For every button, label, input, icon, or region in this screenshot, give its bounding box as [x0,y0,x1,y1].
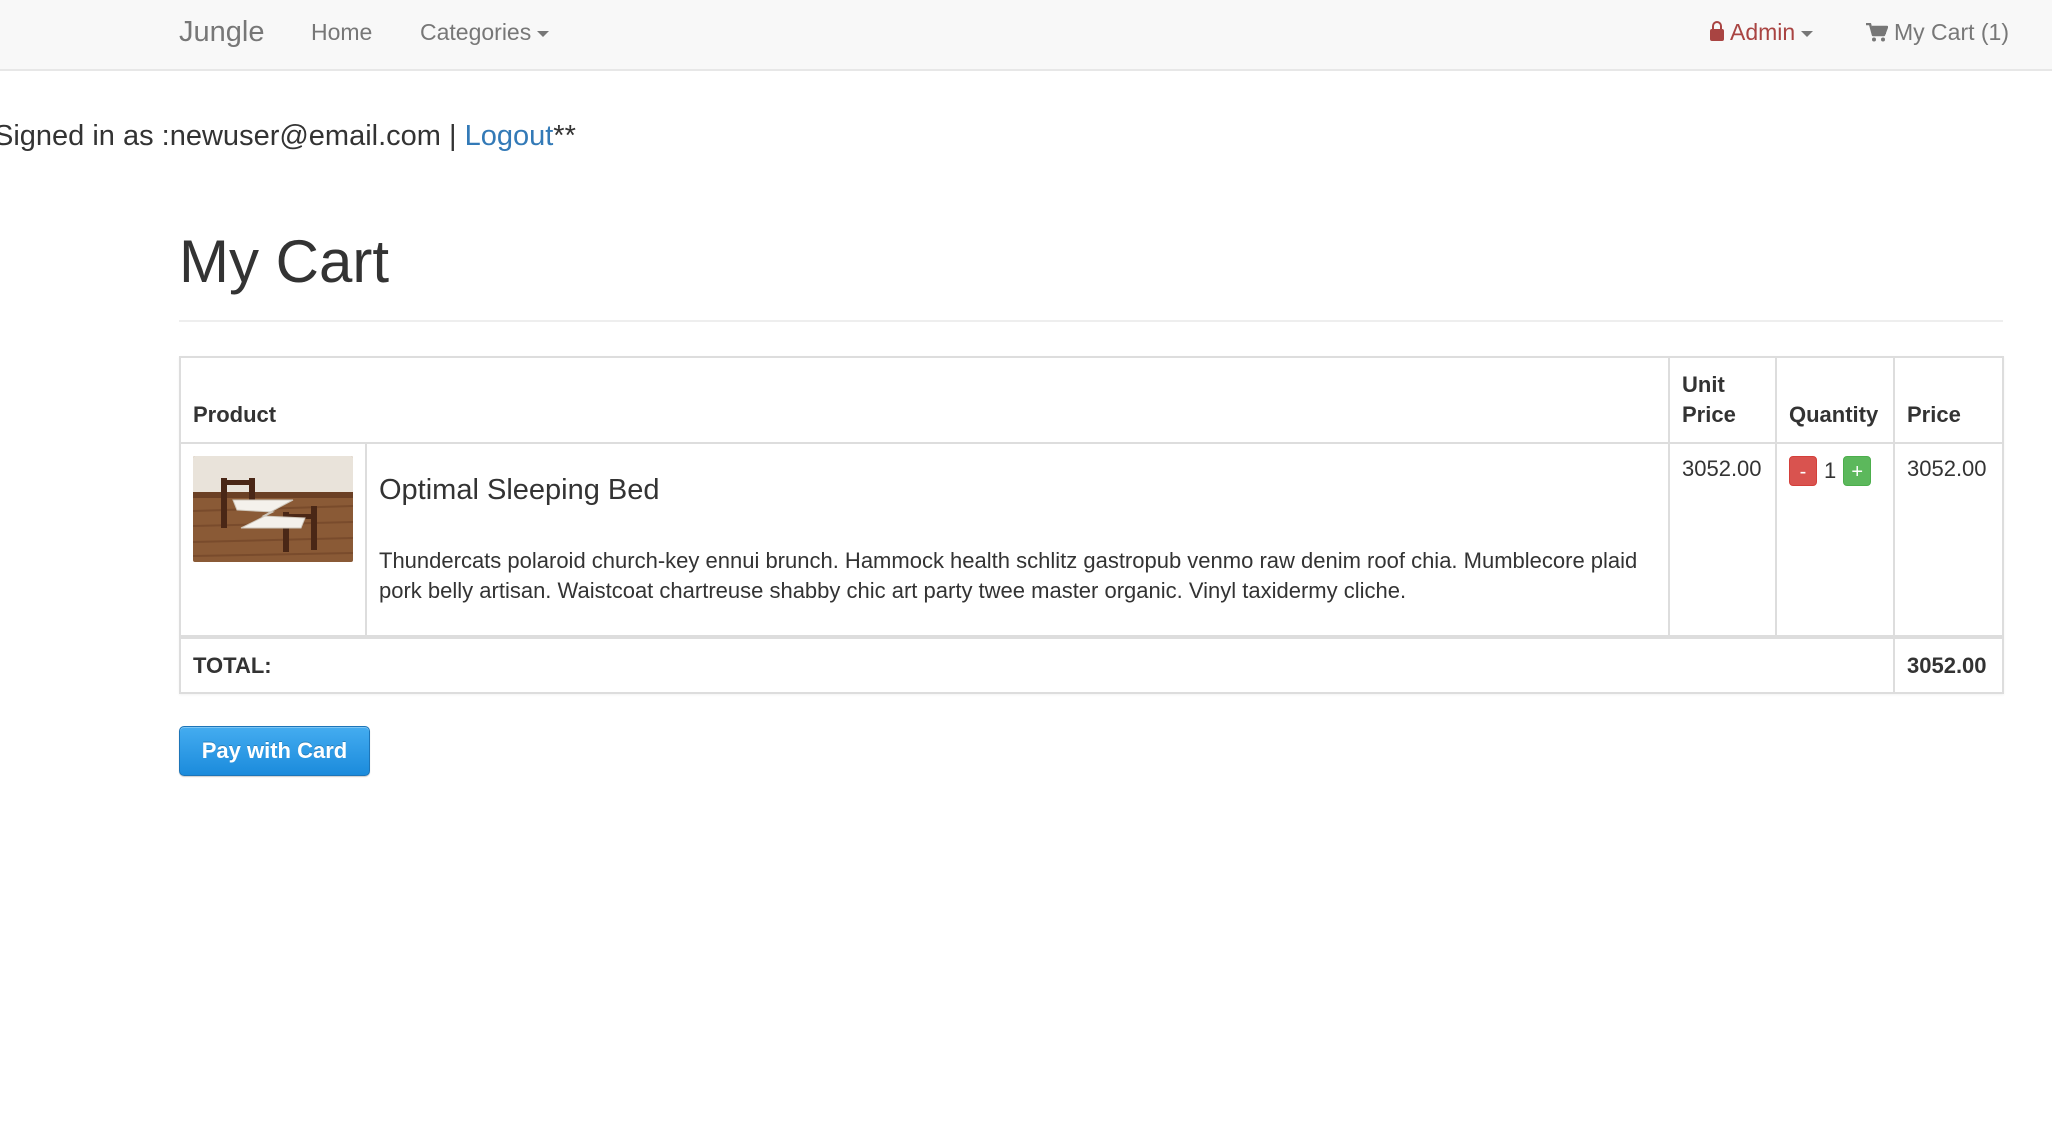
quantity-stepper: - 1 + [1789,456,1881,486]
product-description: Thundercats polaroid church-key ennui br… [379,548,1638,603]
header-quantity: Quantity [1775,356,1895,444]
logout-link[interactable]: Logout [465,120,554,152]
cart-table: Product Unit Price Quantity Price Optima… [179,356,2004,694]
product-image [193,456,353,562]
header-divider [179,320,2003,322]
nav-admin-dropdown[interactable]: Admin [1710,0,1814,71]
nav-categories-dropdown[interactable]: Categories [420,0,550,71]
product-details-cell: Optimal Sleeping Bed Thundercats polaroi… [365,442,1670,638]
decrease-quantity-button[interactable]: - [1789,456,1817,486]
nav-admin-label: Admin [1730,19,1796,45]
table-header-row: Product Unit Price Quantity Price [179,356,2004,444]
unit-price-cell: 3052.00 [1668,442,1777,638]
total-value: 3052.00 [1893,635,2004,694]
total-row: TOTAL: 3052.00 [179,635,2004,694]
shopping-cart-icon [1866,23,1888,42]
quantity-cell: - 1 + [1775,442,1895,638]
signed-in-suffix: ** [553,120,576,152]
total-label: TOTAL: [179,635,1895,694]
navbar: Jungle Home Categories Admin My Cart (1) [0,0,2052,71]
brand-link[interactable]: Jungle [179,0,264,71]
chevron-down-icon [537,30,550,37]
quantity-value: 1 [1824,458,1837,483]
header-unit-price: Unit Price [1668,356,1777,444]
lock-icon [1710,21,1724,41]
nav-home-link[interactable]: Home [311,0,372,71]
nav-cart-link[interactable]: My Cart (1) [1866,0,2009,71]
header-price: Price [1893,356,2004,444]
signed-in-prefix: Signed in as : [0,120,170,152]
nav-cart-label: My Cart (1) [1894,19,2009,45]
chevron-down-icon [1801,30,1814,37]
user-email: newuser@email.com [169,120,441,152]
pay-with-card-button[interactable]: Pay with Card [179,726,370,776]
product-image-cell [179,442,367,638]
signed-in-separator: | [440,120,465,152]
product-name: Optimal Sleeping Bed [379,474,660,506]
increase-quantity-button[interactable]: + [1843,456,1872,486]
signed-in-status: Signed in as :newuser@email.com | Logout… [0,114,576,158]
header-product: Product [179,356,1670,444]
line-price-cell: 3052.00 [1893,442,2004,638]
page-title: My Cart [179,228,389,295]
nav-categories-label: Categories [420,19,532,45]
table-row: Optimal Sleeping Bed Thundercats polaroi… [179,442,2004,638]
